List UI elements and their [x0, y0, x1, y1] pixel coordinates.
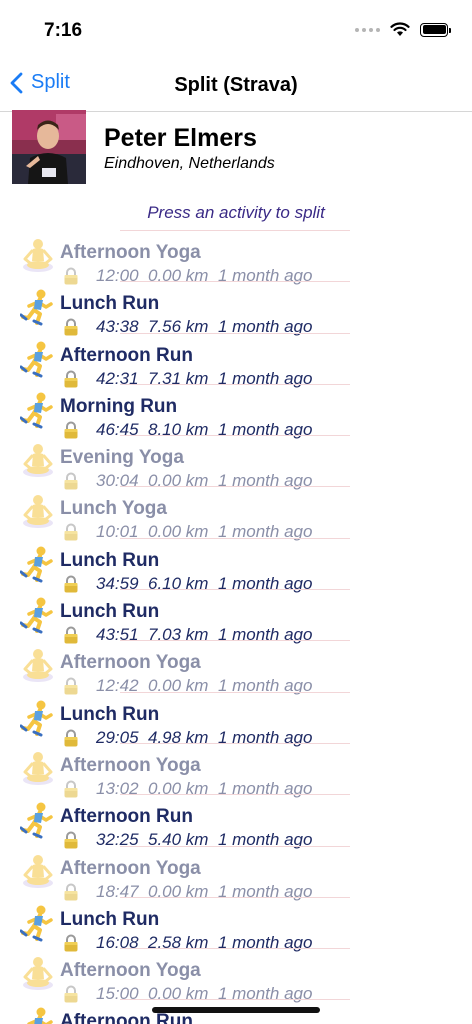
activity-row[interactable]: Morning Run 46:45 8.10 km 1 month ago: [0, 383, 472, 439]
activity-name: Lunch Run: [60, 549, 160, 571]
yoga-icon: [20, 237, 56, 275]
yoga-icon: [20, 442, 56, 480]
activity-row[interactable]: Afternoon Yoga 12:42 0.00 km 1 month ago: [0, 640, 472, 695]
activity-row[interactable]: Lunch Yoga 10:01 0.00 km 1 month ago: [0, 486, 472, 541]
activity-row[interactable]: Afternoon Run 32:25 5.40 km 1 month ago: [0, 794, 472, 849]
yoga-icon: [20, 750, 56, 788]
row-separator: [120, 435, 350, 437]
activity-name: Lunch Run: [60, 293, 160, 315]
activity-name: Afternoon Yoga: [60, 857, 201, 879]
runner-icon: [19, 596, 56, 634]
battery-icon: [420, 22, 451, 37]
activity-row[interactable]: Afternoon Yoga 13:02 0.00 km 1 month ago: [0, 742, 472, 798]
activity-name: Lunch Run: [60, 703, 160, 725]
activity-row[interactable]: Afternoon Run 42:31 7.31 km 1 month ago: [0, 332, 472, 388]
row-separator: [120, 537, 350, 539]
runner-icon: [19, 340, 56, 378]
activity-name: Afternoon Yoga: [60, 652, 201, 674]
activity-name: Afternoon Run: [60, 806, 193, 828]
row-separator: [120, 794, 350, 796]
runner-icon: [19, 545, 56, 583]
activity-list[interactable]: Afternoon Yoga 12:00 0.00 km 1 month ago L…: [0, 230, 472, 1024]
yoga-icon: [20, 853, 56, 891]
runner-icon: [20, 1006, 56, 1024]
runner-icon: [19, 904, 56, 942]
row-separator: [120, 281, 350, 283]
wifi-icon: [390, 22, 410, 36]
activity-row[interactable]: Lunch Run 43:51 7.03 km 1 month ago: [0, 589, 472, 644]
activity-name: Afternoon Run: [60, 344, 193, 366]
nav-title: Split (Strava): [174, 74, 298, 96]
instruction-text: Press an activity to split: [147, 203, 325, 222]
athlete-location: Eindhoven, Netherlands: [104, 155, 275, 172]
activity-name: Lunch Run: [60, 908, 160, 930]
activity-name: Afternoon Yoga: [60, 754, 201, 776]
activity-name: Afternoon Run: [60, 1011, 193, 1024]
activity-name: Afternoon Yoga: [60, 242, 201, 263]
yoga-icon: [20, 647, 56, 685]
activity-name: Afternoon Yoga: [60, 960, 201, 982]
row-separator: [120, 845, 350, 847]
row-separator: [120, 589, 350, 591]
row-separator: [120, 486, 350, 488]
row-separator: [120, 640, 350, 642]
activity-name: Morning Run: [60, 395, 178, 417]
activity-row[interactable]: Afternoon Yoga 15:00 0.00 km 1 month ago: [0, 948, 472, 1003]
yoga-icon: [20, 955, 56, 993]
activity-row[interactable]: Lunch Run 43:38 7.56 km 1 month ago: [0, 281, 472, 336]
activity-name: Lunch Yoga: [60, 498, 167, 520]
status-time: 7:16: [44, 20, 83, 41]
home-indicator: [152, 1007, 320, 1013]
runner-icon: [19, 288, 56, 326]
avatar: [12, 110, 86, 184]
signal-icon: [355, 27, 380, 32]
row-separator: [120, 896, 350, 898]
activity-row[interactable]: Evening Yoga 30:04 0.00 km 1 month ago: [0, 435, 472, 490]
row-separator: [120, 742, 350, 744]
activity-row[interactable]: Lunch Run 16:08 2.58 km 1 month ago: [0, 896, 472, 952]
activity-row[interactable]: Lunch Run 34:59 6.10 km 1 month ago: [0, 537, 472, 593]
activity-name: Evening Yoga: [60, 447, 184, 469]
athlete-name: Peter Elmers: [104, 124, 257, 152]
activity-row[interactable]: Afternoon Yoga 12:00 0.00 km 1 month ago: [0, 230, 472, 285]
row-separator: [120, 948, 350, 950]
yoga-icon: [20, 493, 56, 531]
navigation-bar: Split Split (Strava): [0, 60, 472, 112]
runner-icon: [19, 801, 56, 839]
row-separator: [120, 383, 350, 385]
status-icons: [355, 22, 451, 37]
status-bar: 7:16: [0, 0, 472, 60]
activity-row[interactable]: Afternoon Yoga 18:47 0.00 km 1 month ago: [0, 845, 472, 901]
row-separator: [120, 999, 350, 1001]
row-separator: [120, 332, 350, 334]
row-separator: [120, 230, 350, 231]
runner-icon: [19, 699, 56, 737]
athlete-profile: Peter Elmers Eindhoven, Netherlands: [12, 110, 472, 186]
row-separator: [120, 691, 350, 693]
activity-row[interactable]: Lunch Run 29:05 4.98 km 1 month ago: [0, 691, 472, 747]
activity-name: Lunch Run: [60, 601, 160, 623]
runner-icon: [19, 391, 56, 429]
